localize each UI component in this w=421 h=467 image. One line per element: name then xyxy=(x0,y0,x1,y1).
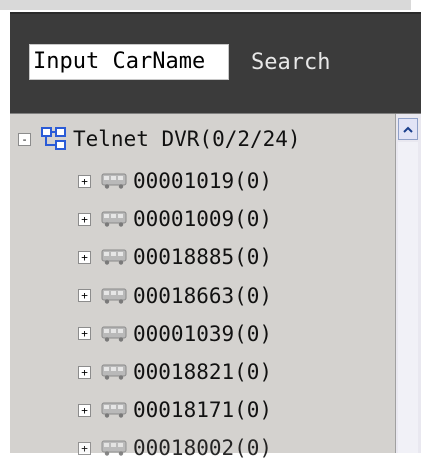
bus-icon xyxy=(101,288,127,304)
tree-vehicle-node[interactable]: +00018885(0) xyxy=(10,238,390,276)
vehicle-tree: - Telnet DVR(0/2/24) +00001019(0) +000010… xyxy=(10,113,421,460)
tree-vehicle-node[interactable]: +00018002(0) xyxy=(10,429,390,467)
collapse-toggle[interactable]: - xyxy=(18,132,31,146)
tree-vehicle-node[interactable]: +00001019(0) xyxy=(10,162,390,200)
tree-vehicle-node[interactable]: +00018171(0) xyxy=(10,391,390,429)
vehicle-label: 00018002(0) xyxy=(133,436,273,461)
expand-toggle[interactable]: + xyxy=(78,403,91,417)
bus-icon xyxy=(101,402,127,418)
vehicle-label: 00018885(0) xyxy=(133,245,273,270)
bus-icon xyxy=(101,249,127,266)
expand-toggle[interactable]: + xyxy=(78,174,91,188)
tree-vehicle-node[interactable]: +00001009(0) xyxy=(10,200,390,238)
tree-root-node[interactable]: - Telnet DVR(0/2/24) xyxy=(14,120,394,158)
scroll-up-button[interactable] xyxy=(398,118,418,140)
app-window: Input CarName Search - Telnet DVR(0/2/24… xyxy=(0,0,421,460)
expand-toggle[interactable]: + xyxy=(78,327,91,341)
bus-icon xyxy=(101,211,127,227)
expand-toggle[interactable]: + xyxy=(78,289,91,303)
tree-root-label: Telnet DVR(0/2/24) xyxy=(73,127,301,151)
title-strip xyxy=(0,0,411,10)
search-toolbar: Input CarName Search xyxy=(10,12,421,115)
scroll-track[interactable] xyxy=(398,142,418,453)
tree-vehicle-node[interactable]: +00001039(0) xyxy=(10,315,390,353)
bus-icon xyxy=(101,364,127,380)
vehicle-label: 00001039(0) xyxy=(133,321,273,346)
bus-icon xyxy=(101,173,127,189)
vehicle-label: 00018171(0) xyxy=(133,398,273,423)
vehicle-label: 00018821(0) xyxy=(133,360,273,384)
expand-toggle[interactable]: + xyxy=(78,365,91,379)
tree-vehicle-node[interactable]: +00018821(0) xyxy=(10,353,390,391)
expand-toggle[interactable]: + xyxy=(78,250,91,264)
vehicle-label: 00018663(0) xyxy=(133,283,273,308)
expand-toggle[interactable]: + xyxy=(78,212,91,226)
search-button[interactable]: Search xyxy=(251,47,330,79)
car-name-search-input[interactable]: Input CarName xyxy=(29,44,229,80)
chevron-up-icon xyxy=(403,126,413,133)
tree-vehicle-node[interactable]: +00018663(0) xyxy=(10,277,390,315)
vertical-scrollbar[interactable] xyxy=(395,114,421,453)
bus-icon xyxy=(101,326,127,342)
vehicle-label: 00001019(0) xyxy=(133,169,273,193)
vehicle-label: 00001009(0) xyxy=(133,207,273,232)
bus-icon xyxy=(101,440,127,457)
network-group-icon xyxy=(41,127,66,150)
expand-toggle[interactable]: + xyxy=(78,441,91,455)
